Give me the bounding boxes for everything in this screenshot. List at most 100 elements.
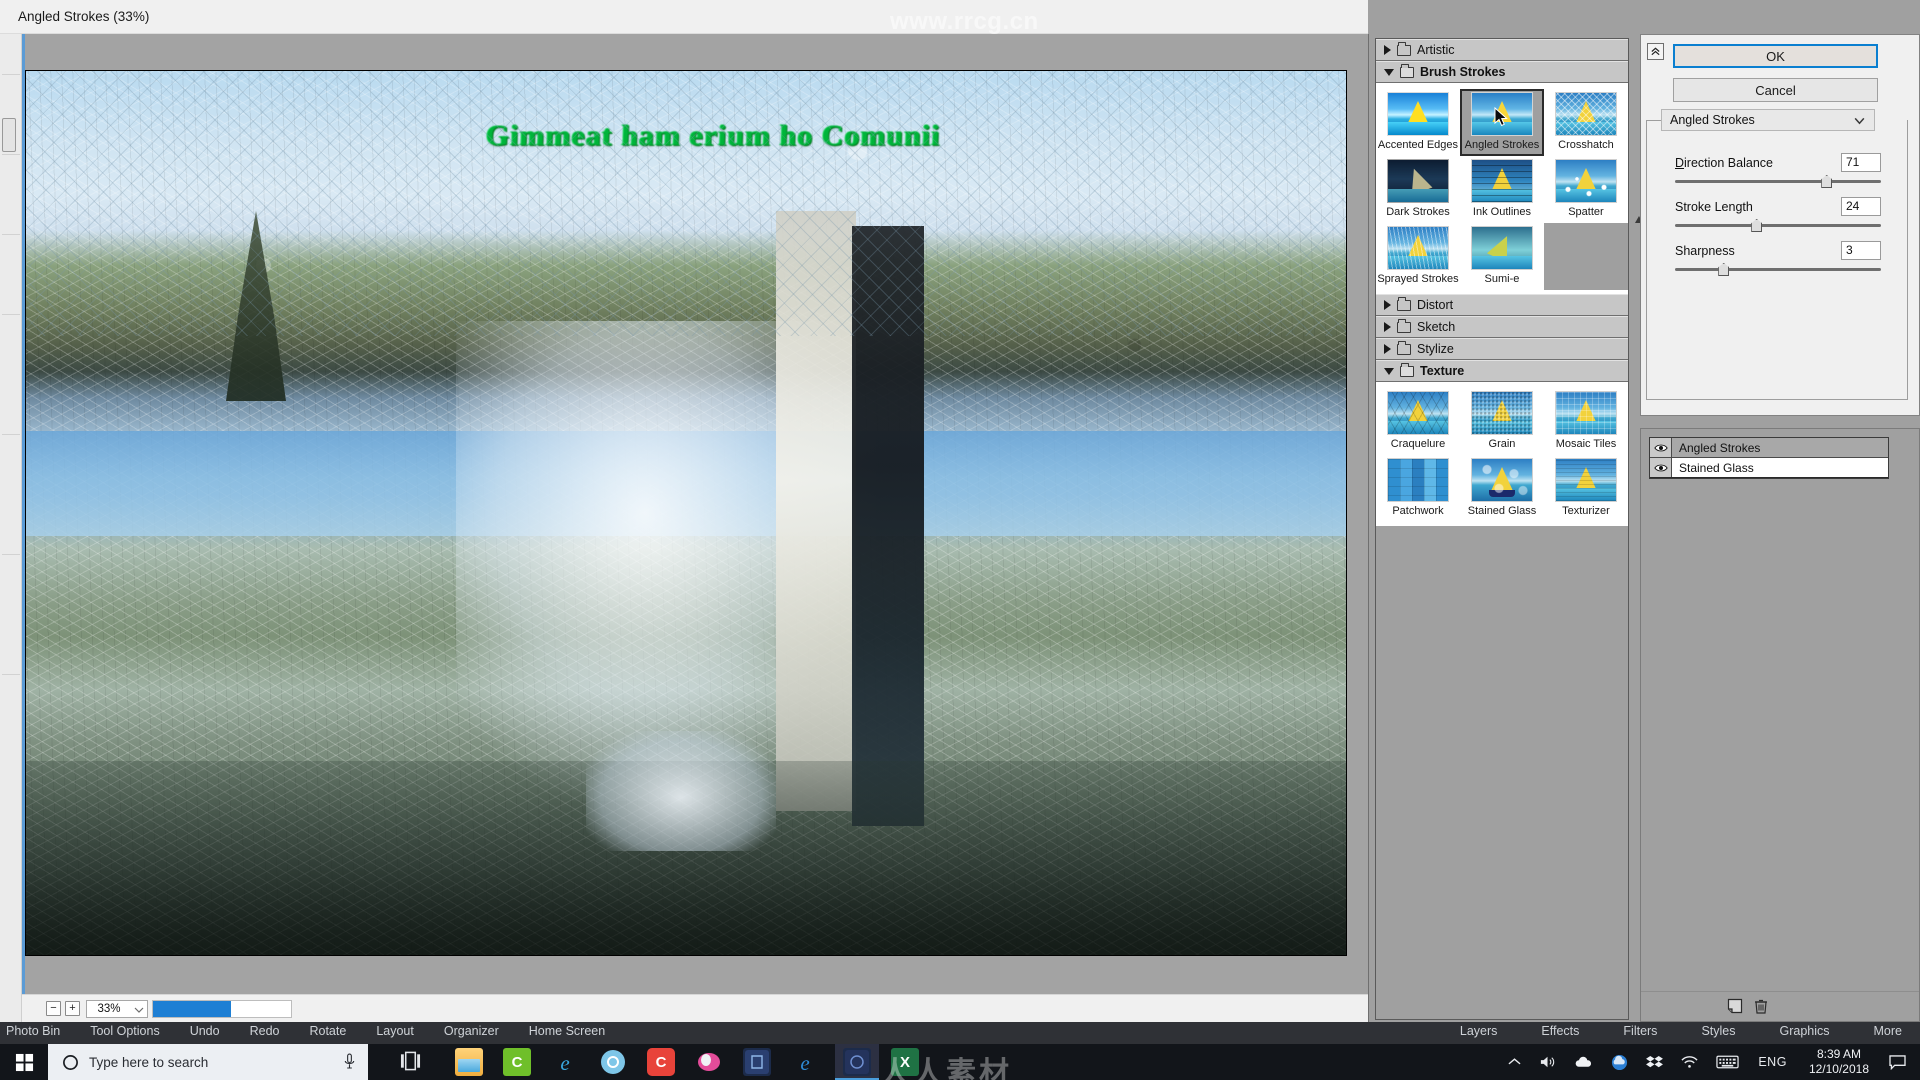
menu-item-graphics[interactable]: Graphics — [1779, 1024, 1829, 1038]
sync-circle-icon — [601, 1050, 625, 1074]
filter-thumb-sumi-e[interactable]: Sumi-e — [1460, 223, 1544, 290]
filter-thumb-label: Stained Glass — [1467, 505, 1537, 518]
menu-item-home-screen[interactable]: Home Screen — [529, 1024, 605, 1038]
editor-titlebar: Angled Strokes (33%) — [0, 0, 1368, 34]
tray-touch-keyboard-button[interactable] — [1707, 1044, 1748, 1080]
taskbar-icon-internet-explorer[interactable]: e — [551, 1048, 579, 1076]
slider-thumb[interactable] — [1821, 175, 1833, 188]
taskbar-icon-excel[interactable]: X — [891, 1048, 919, 1076]
windows-logo-icon — [15, 1053, 33, 1071]
menu-item-photo-bin[interactable]: Photo Bin — [6, 1024, 60, 1038]
elements-bottom-menubar: Photo Bin Tool Options Undo Redo Rotate … — [0, 1022, 1920, 1044]
taskbar-search-box[interactable]: Type here to search — [48, 1044, 368, 1080]
menu-item-styles[interactable]: Styles — [1701, 1024, 1735, 1038]
filter-thumb-stained-glass[interactable]: Stained Glass — [1460, 455, 1544, 522]
toolstrip-collapse-handle[interactable] — [2, 118, 16, 152]
zoom-out-button[interactable]: − — [46, 1001, 61, 1016]
taskbar-icon-camtasia[interactable]: C — [503, 1048, 531, 1076]
tray-action-center-button[interactable] — [1881, 1044, 1920, 1080]
menu-item-layout[interactable]: Layout — [376, 1024, 414, 1038]
task-view-icon[interactable] — [400, 1051, 421, 1071]
filter-thumb-texturizer[interactable]: Texturizer — [1544, 455, 1628, 522]
tray-onedrive-button[interactable] — [1565, 1044, 1602, 1080]
tray-creative-cloud-button[interactable] — [1602, 1044, 1637, 1080]
tray-volume-button[interactable] — [1530, 1044, 1565, 1080]
filter-preview-image — [1554, 458, 1617, 503]
menu-item-organizer[interactable]: Organizer — [444, 1024, 499, 1038]
category-header-distort[interactable]: Distort — [1376, 294, 1628, 317]
microphone-icon[interactable] — [343, 1053, 356, 1070]
taskbar-icon-edge[interactable]: e — [791, 1048, 819, 1076]
zoom-level-combobox[interactable]: 33% — [86, 1000, 148, 1018]
category-header-sketch[interactable]: Sketch — [1376, 316, 1628, 339]
category-header-stylize[interactable]: Stylize — [1376, 338, 1628, 361]
tool-strip[interactable] — [0, 34, 22, 1022]
panel-collapse-button[interactable] — [1647, 43, 1664, 60]
menu-item-filters[interactable]: Filters — [1623, 1024, 1657, 1038]
filter-thumb-patchwork[interactable]: Patchwork — [1376, 455, 1460, 522]
slider-thumb[interactable] — [1751, 219, 1763, 232]
slider-value-input[interactable]: 24 — [1841, 197, 1881, 216]
filter-thumb-grain[interactable]: Grain — [1460, 388, 1544, 455]
category-header-artistic[interactable]: Artistic — [1376, 39, 1628, 61]
tray-overflow-button[interactable] — [1499, 1044, 1530, 1080]
start-button[interactable] — [0, 1044, 48, 1080]
filter-thumb-ink-outlines[interactable]: Ink Outlines — [1460, 156, 1544, 223]
filter-thumb-spatter[interactable]: Spatter — [1544, 156, 1628, 223]
filter-thumb-label: Dark Strokes — [1386, 206, 1450, 219]
filter-thumb-dark-strokes[interactable]: Dark Strokes — [1376, 156, 1460, 223]
filter-thumb-craquelure[interactable]: Craquelure — [1376, 388, 1460, 455]
taskbar-icon-illustrator[interactable] — [843, 1048, 871, 1076]
slider-track[interactable] — [1675, 263, 1881, 276]
menu-item-redo[interactable]: Redo — [250, 1024, 280, 1038]
edge-icon: e — [800, 1051, 809, 1075]
filter-thumb-crosshatch[interactable]: Crosshatch — [1544, 89, 1628, 156]
slider-value-input[interactable]: 71 — [1841, 153, 1881, 172]
layer-visibility-toggle[interactable] — [1650, 458, 1672, 477]
taskbar-icon-sync[interactable] — [599, 1048, 627, 1076]
effect-layer-row[interactable]: Angled Strokes — [1650, 438, 1888, 458]
eye-icon — [1653, 464, 1668, 471]
filter-thumb-accented-edges[interactable]: Accented Edges — [1376, 89, 1460, 156]
menu-item-rotate[interactable]: Rotate — [309, 1024, 346, 1038]
filter-gallery-panel: Artistic Brush Strokes Accented Edges An… — [1368, 34, 1634, 1022]
menu-item-layers[interactable]: Layers — [1460, 1024, 1498, 1038]
effect-layer-name: Stained Glass — [1679, 460, 1754, 475]
zoom-slider[interactable] — [152, 1000, 292, 1018]
filter-thumb-mosaic-tiles[interactable]: Mosaic Tiles — [1544, 388, 1628, 455]
tray-network-button[interactable] — [1672, 1044, 1707, 1080]
zoom-in-button[interactable]: + — [65, 1001, 80, 1016]
taskbar-icon-paint[interactable] — [695, 1048, 723, 1076]
menu-item-undo[interactable]: Undo — [190, 1024, 220, 1038]
category-header-brush-strokes[interactable]: Brush Strokes — [1376, 61, 1628, 83]
menu-item-effects[interactable]: Effects — [1541, 1024, 1579, 1038]
creative-cloud-icon — [1612, 1054, 1628, 1070]
ok-button[interactable]: OK — [1673, 44, 1878, 68]
effect-layer-row[interactable]: Stained Glass — [1650, 458, 1888, 478]
delete-effect-layer-icon[interactable] — [1753, 998, 1769, 1014]
slider-thumb[interactable] — [1718, 263, 1730, 276]
filter-thumb-angled-strokes[interactable]: Angled Strokes — [1459, 89, 1544, 157]
slider-value-input[interactable]: 3 — [1841, 241, 1881, 260]
filter-thumb-label: Grain — [1488, 438, 1516, 451]
menu-item-more[interactable]: More — [1874, 1024, 1902, 1038]
taskbar-icon-file-explorer[interactable] — [455, 1048, 483, 1076]
tray-language-indicator[interactable]: ENG — [1748, 1044, 1797, 1080]
tray-clock[interactable]: 8:39 AM 12/10/2018 — [1797, 1044, 1881, 1080]
filter-thumb-sprayed-strokes[interactable]: Sprayed Strokes — [1376, 223, 1460, 290]
slider-track[interactable] — [1675, 175, 1881, 188]
windows-taskbar: Type here to search C e C e X ENG 8:39 A… — [0, 1044, 1920, 1080]
taskbar-icon-ccleaner[interactable]: C — [647, 1048, 675, 1076]
taskbar-icon-photoshop[interactable] — [743, 1048, 771, 1076]
slider-track[interactable] — [1675, 219, 1881, 232]
category-header-texture[interactable]: Texture — [1376, 360, 1628, 383]
filter-name-dropdown[interactable]: Angled Strokes — [1661, 109, 1875, 131]
menu-item-tool-options[interactable]: Tool Options — [90, 1024, 159, 1038]
new-effect-layer-icon[interactable] — [1727, 998, 1743, 1014]
layer-visibility-toggle[interactable] — [1650, 438, 1672, 457]
wifi-icon — [1681, 1056, 1698, 1068]
filtered-photo-canvas[interactable]: Gimmeat ham erium ho Comunii — [26, 71, 1346, 955]
tray-dropbox-button[interactable] — [1637, 1044, 1672, 1080]
document-status-bar: − + 33% — [22, 994, 1368, 1022]
cancel-button[interactable]: Cancel — [1673, 78, 1878, 102]
